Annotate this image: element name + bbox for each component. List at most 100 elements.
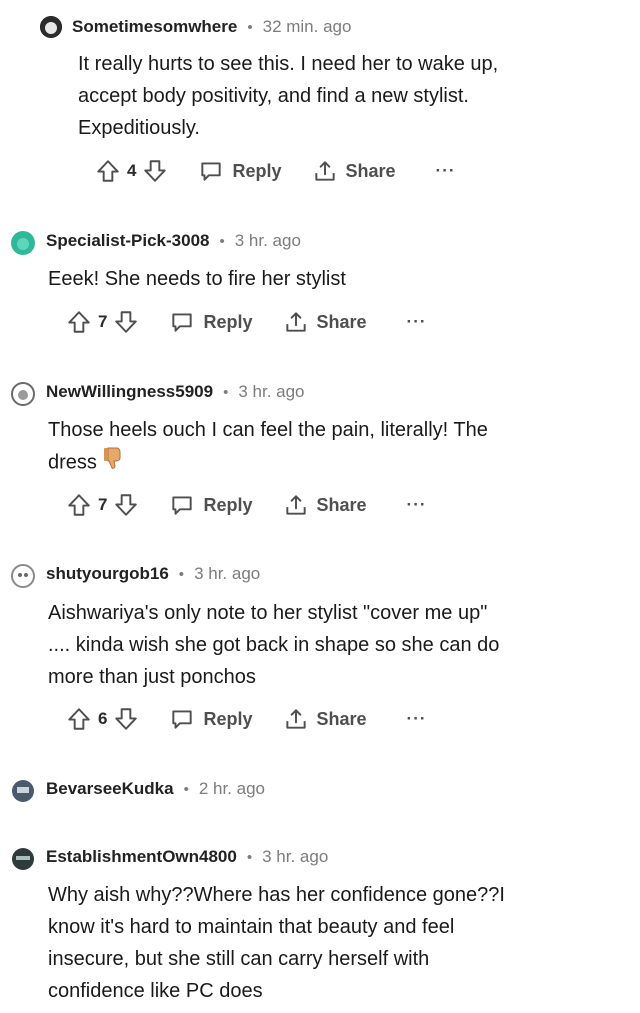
vote-count: 6 [98, 709, 108, 728]
reply-bubble-icon [169, 492, 195, 518]
avatar[interactable] [10, 230, 35, 255]
more-options-button[interactable]: ··· [407, 495, 427, 515]
comment-body: Why aish why??Where has her confidence g… [48, 879, 505, 1007]
comment-line: confidence like PC does [48, 980, 263, 1002]
comment-header: EstablishmentOwn4800 • 3 hr. ago [10, 842, 328, 872]
share-label: Share [345, 160, 396, 181]
comment-line: Aishwariya's only note to her stylist "c… [48, 602, 488, 624]
timestamp: 3 hr. ago [194, 564, 261, 583]
downvote-icon[interactable] [113, 706, 139, 732]
upvote-icon[interactable] [66, 706, 92, 732]
upvote-icon[interactable] [95, 158, 121, 184]
share-label: Share [316, 708, 367, 729]
comment-actions: 4 Reply Share ··· [95, 156, 456, 186]
comment-body: Aishwariya's only note to her stylist "c… [48, 597, 499, 693]
comment-header: Specialist-Pick-3008 • 3 hr. ago [10, 226, 301, 256]
timestamp: 2 hr. ago [198, 779, 266, 798]
comment-line: dress [48, 451, 97, 474]
comment-actions: 7 Reply Share ··· [66, 490, 427, 520]
share-button[interactable]: Share [283, 309, 367, 335]
avatar[interactable] [40, 16, 62, 38]
avatar-snoo-icon [11, 231, 35, 255]
comment-header: Sometimesomwhere • 32 min. ago [40, 12, 351, 42]
avatar-snoo-icon [12, 780, 34, 802]
reply-button[interactable]: Reply [169, 309, 253, 335]
share-label: Share [316, 311, 367, 332]
downvote-icon[interactable] [142, 158, 168, 184]
vote-group: 6 [66, 706, 139, 732]
username[interactable]: NewWillingness5909 [46, 382, 213, 402]
reply-button[interactable]: Reply [169, 492, 253, 518]
comment-body: It really hurts to see this. I need her … [78, 48, 498, 144]
downvote-icon[interactable] [113, 492, 139, 518]
comment-line: It really hurts to see this. I need her … [78, 53, 499, 75]
avatar[interactable] [10, 778, 34, 802]
vote-group: 7 [66, 492, 139, 518]
comment-line: Eeek! She needs to fire her stylist [48, 268, 346, 290]
username[interactable]: BevarseeKudka [46, 779, 174, 799]
share-button[interactable]: Share [312, 158, 396, 184]
share-icon [283, 309, 309, 335]
comment-header: NewWillingness5909 • 3 hr. ago [10, 377, 305, 407]
share-label: Share [316, 494, 367, 515]
timestamp: 3 hr. ago [262, 847, 329, 866]
vote-group: 4 [95, 158, 168, 184]
share-icon [283, 706, 309, 732]
reply-label: Reply [203, 311, 253, 332]
comment-line: Why aish why??Where has her confidence g… [48, 884, 505, 906]
separator-dot: • [247, 18, 253, 36]
username[interactable]: Sometimesomwhere [72, 17, 237, 37]
avatar-snoo-icon [11, 382, 35, 406]
comment-body: Eeek! She needs to fire her stylist [48, 263, 346, 295]
avatar[interactable] [10, 846, 34, 870]
share-icon [283, 492, 309, 518]
more-options-button[interactable]: ··· [407, 312, 427, 332]
reply-button[interactable]: Reply [169, 706, 253, 732]
separator-dot: • [178, 565, 185, 583]
username[interactable]: shutyourgob16 [46, 564, 169, 584]
downvote-icon[interactable] [113, 309, 139, 335]
thumbs-down-emoji-icon [102, 446, 124, 480]
timestamp: 32 min. ago [262, 17, 352, 36]
avatar[interactable] [10, 381, 35, 406]
comment-line: .... kinda wish she got back in shape so… [48, 634, 500, 656]
reply-button[interactable]: Reply [198, 158, 282, 184]
comment-header: shutyourgob16 • 3 hr. ago [10, 559, 260, 589]
reply-bubble-icon [169, 706, 195, 732]
comment-line: Expeditiously. [78, 117, 200, 139]
reply-bubble-icon [169, 309, 195, 335]
comment-line-with-emoji: dress [48, 446, 488, 480]
separator-dot: • [219, 232, 225, 250]
more-options-button[interactable]: ··· [407, 709, 427, 729]
username[interactable]: EstablishmentOwn4800 [46, 847, 237, 867]
comment-line: accept body positivity, and find a new s… [78, 85, 469, 107]
reply-label: Reply [203, 708, 253, 729]
username[interactable]: Specialist-Pick-3008 [46, 231, 209, 251]
vote-count: 7 [98, 312, 108, 331]
avatar-snoo-icon [12, 848, 34, 870]
comment-line: Those heels ouch I can feel the pain, li… [48, 419, 488, 441]
reply-label: Reply [232, 160, 282, 181]
share-button[interactable]: Share [283, 492, 367, 518]
separator-dot: • [183, 780, 189, 798]
more-options-button[interactable]: ··· [436, 161, 456, 181]
comment-actions: 6 Reply Share ··· [66, 704, 427, 734]
comment-line: insecure, but she still can carry hersel… [48, 948, 430, 970]
separator-dot: • [223, 383, 229, 401]
comment-body: Those heels ouch I can feel the pain, li… [48, 414, 488, 480]
timestamp: 3 hr. ago [238, 382, 305, 401]
upvote-icon[interactable] [66, 492, 92, 518]
share-icon [312, 158, 338, 184]
timestamp: 3 hr. ago [234, 231, 301, 250]
avatar-snoo-icon [40, 16, 62, 38]
vote-group: 7 [66, 309, 139, 335]
vote-count: 7 [98, 495, 108, 514]
reply-label: Reply [203, 494, 253, 515]
share-button[interactable]: Share [283, 706, 367, 732]
avatar-snoo-icon [11, 564, 35, 588]
upvote-icon[interactable] [66, 309, 92, 335]
avatar[interactable] [10, 563, 35, 588]
separator-dot: • [246, 848, 253, 866]
comment-header: BevarseeKudka • 2 hr. ago [10, 774, 265, 804]
reply-bubble-icon [198, 158, 224, 184]
